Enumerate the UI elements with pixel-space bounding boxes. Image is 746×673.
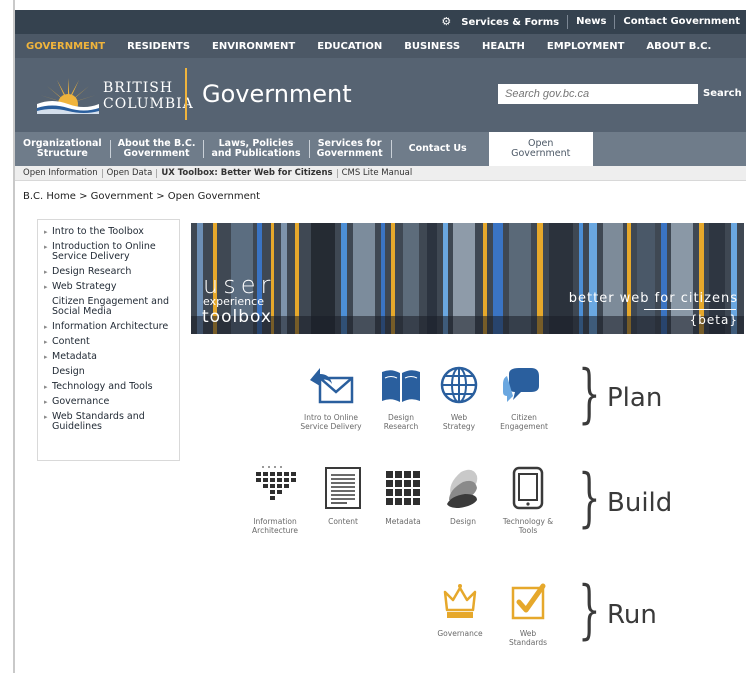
tile-design-research[interactable]: Design Research xyxy=(375,364,427,431)
sidebar-item-web-standards[interactable]: ▸ Web Standards and Guidelines xyxy=(44,412,179,432)
grid-icon xyxy=(386,471,420,505)
tile-metadata[interactable]: Metadata xyxy=(375,466,431,526)
link-ux-toolbox[interactable]: UX Toolbox: Better Web for Citizens xyxy=(156,168,336,178)
search-button[interactable]: Search xyxy=(703,84,742,104)
brace-run-icon: } xyxy=(578,573,601,647)
breadcrumb[interactable]: B.C. Home > Government > Open Government xyxy=(23,191,260,202)
banner-tagline: better web for citizens xyxy=(568,291,738,306)
nav-government[interactable]: GOVERNMENT xyxy=(15,41,116,52)
sidebar-item-information-architecture[interactable]: ▸ Information Architecture xyxy=(44,322,179,332)
crown-icon xyxy=(443,584,477,618)
sidebar-item-citizen-engagement[interactable]: Citizen Engagement and Social Media xyxy=(46,297,179,317)
utility-bar: ⚙ Services & Forms News Contact Governmen… xyxy=(15,10,746,34)
page-frame: ⚙ Services & Forms News Contact Governmen… xyxy=(13,0,746,673)
tile-content[interactable]: Content xyxy=(319,466,367,526)
arrow-icon: ▸ xyxy=(44,323,48,331)
banner-beta: {beta} xyxy=(689,313,738,327)
arrow-icon: ▸ xyxy=(44,383,48,391)
news-link[interactable]: News xyxy=(567,15,614,29)
main-nav: GOVERNMENT RESIDENTS ENVIRONMENT EDUCATI… xyxy=(15,34,746,58)
link-open-data[interactable]: Open Data xyxy=(101,168,157,178)
sun-logo-icon xyxy=(37,78,99,114)
tile-citizen-engagement[interactable]: Citizen Engagement xyxy=(493,364,555,431)
link-open-information[interactable]: Open Information xyxy=(23,168,102,178)
brace-plan-icon: } xyxy=(578,357,601,431)
sidebar-item-content[interactable]: ▸ Content xyxy=(44,337,179,347)
link-cms-lite-manual[interactable]: CMS Lite Manual xyxy=(336,168,417,178)
nav-education[interactable]: EDUCATION xyxy=(306,41,393,52)
logo-line-columbia: COLUMBIA xyxy=(103,96,194,112)
bc-logo[interactable]: BRITISH COLUMBIA xyxy=(37,70,193,120)
logo-line-british: BRITISH xyxy=(103,80,174,96)
search-input[interactable] xyxy=(498,84,698,104)
sidebar-item-online-service-delivery[interactable]: ▸ Introduction to Online Service Delivery xyxy=(44,242,179,262)
banner-rule xyxy=(644,309,736,310)
section-nav: Organizational Structure About the B.C. Go… xyxy=(15,132,746,166)
nav-environment[interactable]: ENVIRONMENT xyxy=(201,41,306,52)
arrow-icon: ▸ xyxy=(44,353,48,361)
ux-toolbox-banner: user experience toolbox better web for c… xyxy=(191,223,744,334)
nav-health[interactable]: HEALTH xyxy=(471,41,536,52)
sidebar: ▸ Intro to the Toolbox ▸ Introduction to O… xyxy=(37,219,180,461)
document-icon xyxy=(325,467,361,509)
tile-online-service-delivery[interactable]: Intro to Online Service Delivery xyxy=(295,364,367,431)
tile-design[interactable]: Design xyxy=(439,466,487,526)
tab-laws-policies[interactable]: Laws, Policies and Publications xyxy=(203,132,308,166)
nav-about-bc[interactable]: ABOUT B.C. xyxy=(635,41,722,52)
nav-employment[interactable]: EMPLOYMENT xyxy=(536,41,636,52)
tile-technology-tools[interactable]: Technology & Tools xyxy=(497,466,559,535)
checkbox-icon xyxy=(511,583,546,620)
page-title: Government xyxy=(202,80,352,108)
open-gov-links: Open Information Open Data UX Toolbox: B… xyxy=(15,166,746,181)
sitemap-icon xyxy=(256,466,296,500)
arrow-icon: ▸ xyxy=(44,243,48,251)
tab-about-government[interactable]: About the B.C. Government xyxy=(109,132,204,166)
sidebar-item-metadata[interactable]: ▸ Metadata xyxy=(44,352,179,362)
book-icon xyxy=(382,370,420,402)
sidebar-item-intro-toolbox[interactable]: ▸ Intro to the Toolbox xyxy=(44,227,179,237)
stage-build: Build xyxy=(607,488,673,518)
arrow-icon: ▸ xyxy=(44,283,48,291)
envelope-arrow-icon xyxy=(310,368,354,404)
stage-plan: Plan xyxy=(607,383,663,413)
sidebar-item-design-research[interactable]: ▸ Design Research xyxy=(44,267,179,277)
tablet-icon xyxy=(512,466,544,510)
tile-web-standards[interactable]: Web Standards xyxy=(501,580,555,647)
contact-government-link[interactable]: Contact Government xyxy=(614,15,746,29)
sidebar-item-design[interactable]: Design xyxy=(46,367,179,377)
site-header: BRITISH COLUMBIA Government Search xyxy=(15,58,746,132)
nav-business[interactable]: BUSINESS xyxy=(393,41,471,52)
stage-run: Run xyxy=(607,600,657,630)
arrow-icon: ▸ xyxy=(44,398,48,406)
tile-information-architecture[interactable]: Information Architecture xyxy=(243,466,307,535)
gear-icon: ⚙ xyxy=(441,14,452,28)
arrow-icon: ▸ xyxy=(44,338,48,346)
globe-icon xyxy=(440,366,478,404)
tile-governance[interactable]: Governance xyxy=(429,580,491,638)
brace-build-icon: } xyxy=(578,461,601,535)
sidebar-item-governance[interactable]: ▸ Governance xyxy=(44,397,179,407)
arrow-icon: ▸ xyxy=(44,228,48,236)
header-divider xyxy=(185,68,187,120)
tab-contact-us[interactable]: Contact Us xyxy=(390,132,485,166)
tab-services-for-government[interactable]: Services for Government xyxy=(308,132,391,166)
sidebar-item-web-strategy[interactable]: ▸ Web Strategy xyxy=(44,282,179,292)
arrow-icon: ▸ xyxy=(44,268,48,276)
sidebar-item-technology-tools[interactable]: ▸ Technology and Tools xyxy=(44,382,179,392)
nav-residents[interactable]: RESIDENTS xyxy=(116,41,201,52)
layers-icon xyxy=(447,469,478,508)
speech-bubbles-icon xyxy=(503,368,539,402)
services-forms-link[interactable]: ⚙ Services & Forms xyxy=(425,15,567,30)
banner-toolbox: toolbox xyxy=(202,307,272,327)
banner-shade xyxy=(191,316,744,334)
arrow-icon: ▸ xyxy=(44,413,48,421)
tab-organizational-structure[interactable]: Organizational Structure xyxy=(15,132,110,166)
tile-web-strategy[interactable]: Web Strategy xyxy=(433,364,485,431)
tab-open-government[interactable]: Open Government xyxy=(488,132,593,166)
